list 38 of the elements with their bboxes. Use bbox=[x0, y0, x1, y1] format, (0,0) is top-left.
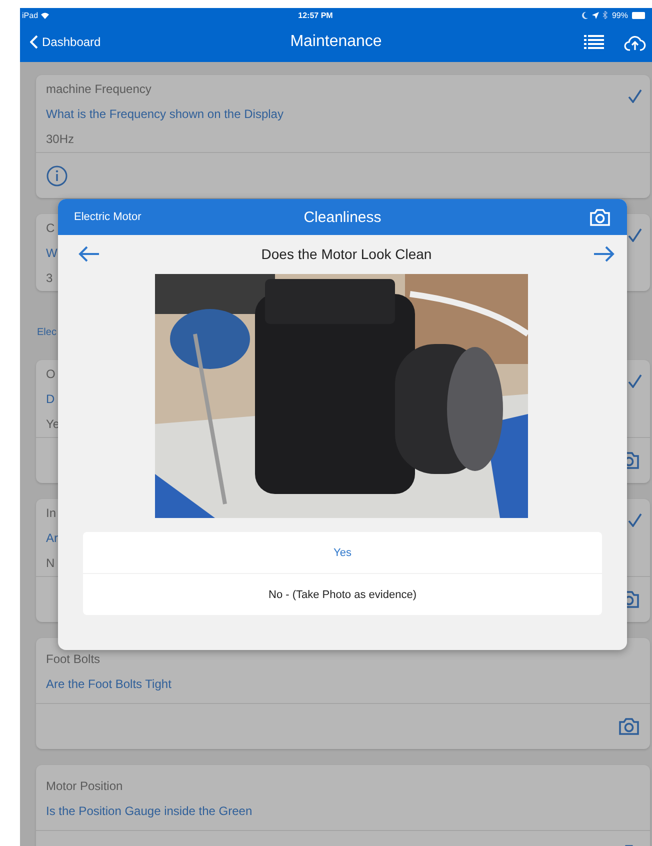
item-label: Motor Position bbox=[46, 779, 123, 793]
info-icon[interactable] bbox=[46, 164, 68, 186]
cloud-upload-icon[interactable] bbox=[624, 34, 646, 50]
camera-icon[interactable] bbox=[618, 717, 640, 736]
next-arrow-icon[interactable] bbox=[593, 245, 615, 263]
clock-time: 12:57 PM bbox=[297, 10, 334, 20]
answer-option[interactable]: Yes bbox=[83, 532, 602, 573]
answer-option[interactable]: No - (Take Photo as evidence) bbox=[83, 573, 602, 615]
wifi-icon bbox=[41, 12, 50, 18]
item-label: O bbox=[46, 367, 56, 381]
item-label: C bbox=[46, 221, 55, 235]
battery-level: 99% bbox=[612, 10, 628, 20]
device-name: iPad bbox=[22, 10, 38, 20]
bluetooth-icon bbox=[602, 11, 608, 19]
list-icon[interactable] bbox=[584, 35, 604, 49]
moon-icon bbox=[582, 12, 588, 18]
question-text: D bbox=[46, 392, 55, 406]
question-text: Is the Position Gauge inside the Green bbox=[46, 804, 252, 818]
answer-value: N bbox=[46, 556, 55, 570]
section-header: Elec bbox=[37, 327, 56, 338]
category-label: Electric Motor bbox=[74, 211, 142, 223]
question-text: W bbox=[46, 246, 58, 260]
back-button[interactable]: Dashboard bbox=[30, 35, 101, 49]
battery-icon bbox=[632, 12, 646, 18]
question-text: Are the Foot Bolts Tight bbox=[46, 677, 172, 691]
question-title: Does the Motor Look Clean bbox=[260, 246, 433, 262]
modal-title: Cleanliness bbox=[304, 208, 382, 226]
answer-value: 3 bbox=[46, 271, 53, 285]
item-label: Foot Bolts bbox=[46, 652, 100, 666]
previous-arrow-icon[interactable] bbox=[78, 245, 100, 263]
answer-value: 30Hz bbox=[46, 132, 74, 146]
question-text: Ar bbox=[46, 531, 58, 545]
back-chevron-icon bbox=[30, 35, 38, 49]
item-label: In bbox=[46, 506, 56, 520]
question-text: What is the Frequency shown on the Display bbox=[46, 107, 284, 121]
screen-title: Maintenance bbox=[290, 33, 382, 51]
location-icon bbox=[592, 12, 599, 18]
item-label: machine Frequency bbox=[46, 82, 152, 96]
